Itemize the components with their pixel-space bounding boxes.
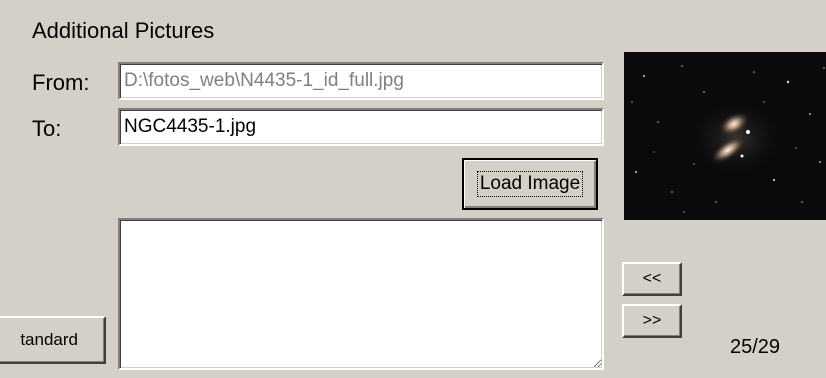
next-image-button[interactable]: >>: [622, 304, 682, 338]
from-label: From:: [32, 70, 90, 95]
load-image-button[interactable]: Load Image: [462, 158, 598, 210]
from-path-field[interactable]: [118, 62, 604, 100]
section-title: Additional Pictures: [32, 18, 215, 43]
image-preview: [624, 52, 826, 220]
load-image-button-label: Load Image: [476, 171, 584, 197]
galaxy-image: [631, 65, 825, 213]
description-textarea[interactable]: [118, 218, 604, 370]
image-counter: 25/29: [730, 336, 781, 358]
standard-button[interactable]: tandard: [0, 316, 106, 364]
to-label: To:: [32, 116, 62, 141]
previous-image-button[interactable]: <<: [622, 262, 682, 296]
to-filename-field[interactable]: [118, 108, 604, 146]
